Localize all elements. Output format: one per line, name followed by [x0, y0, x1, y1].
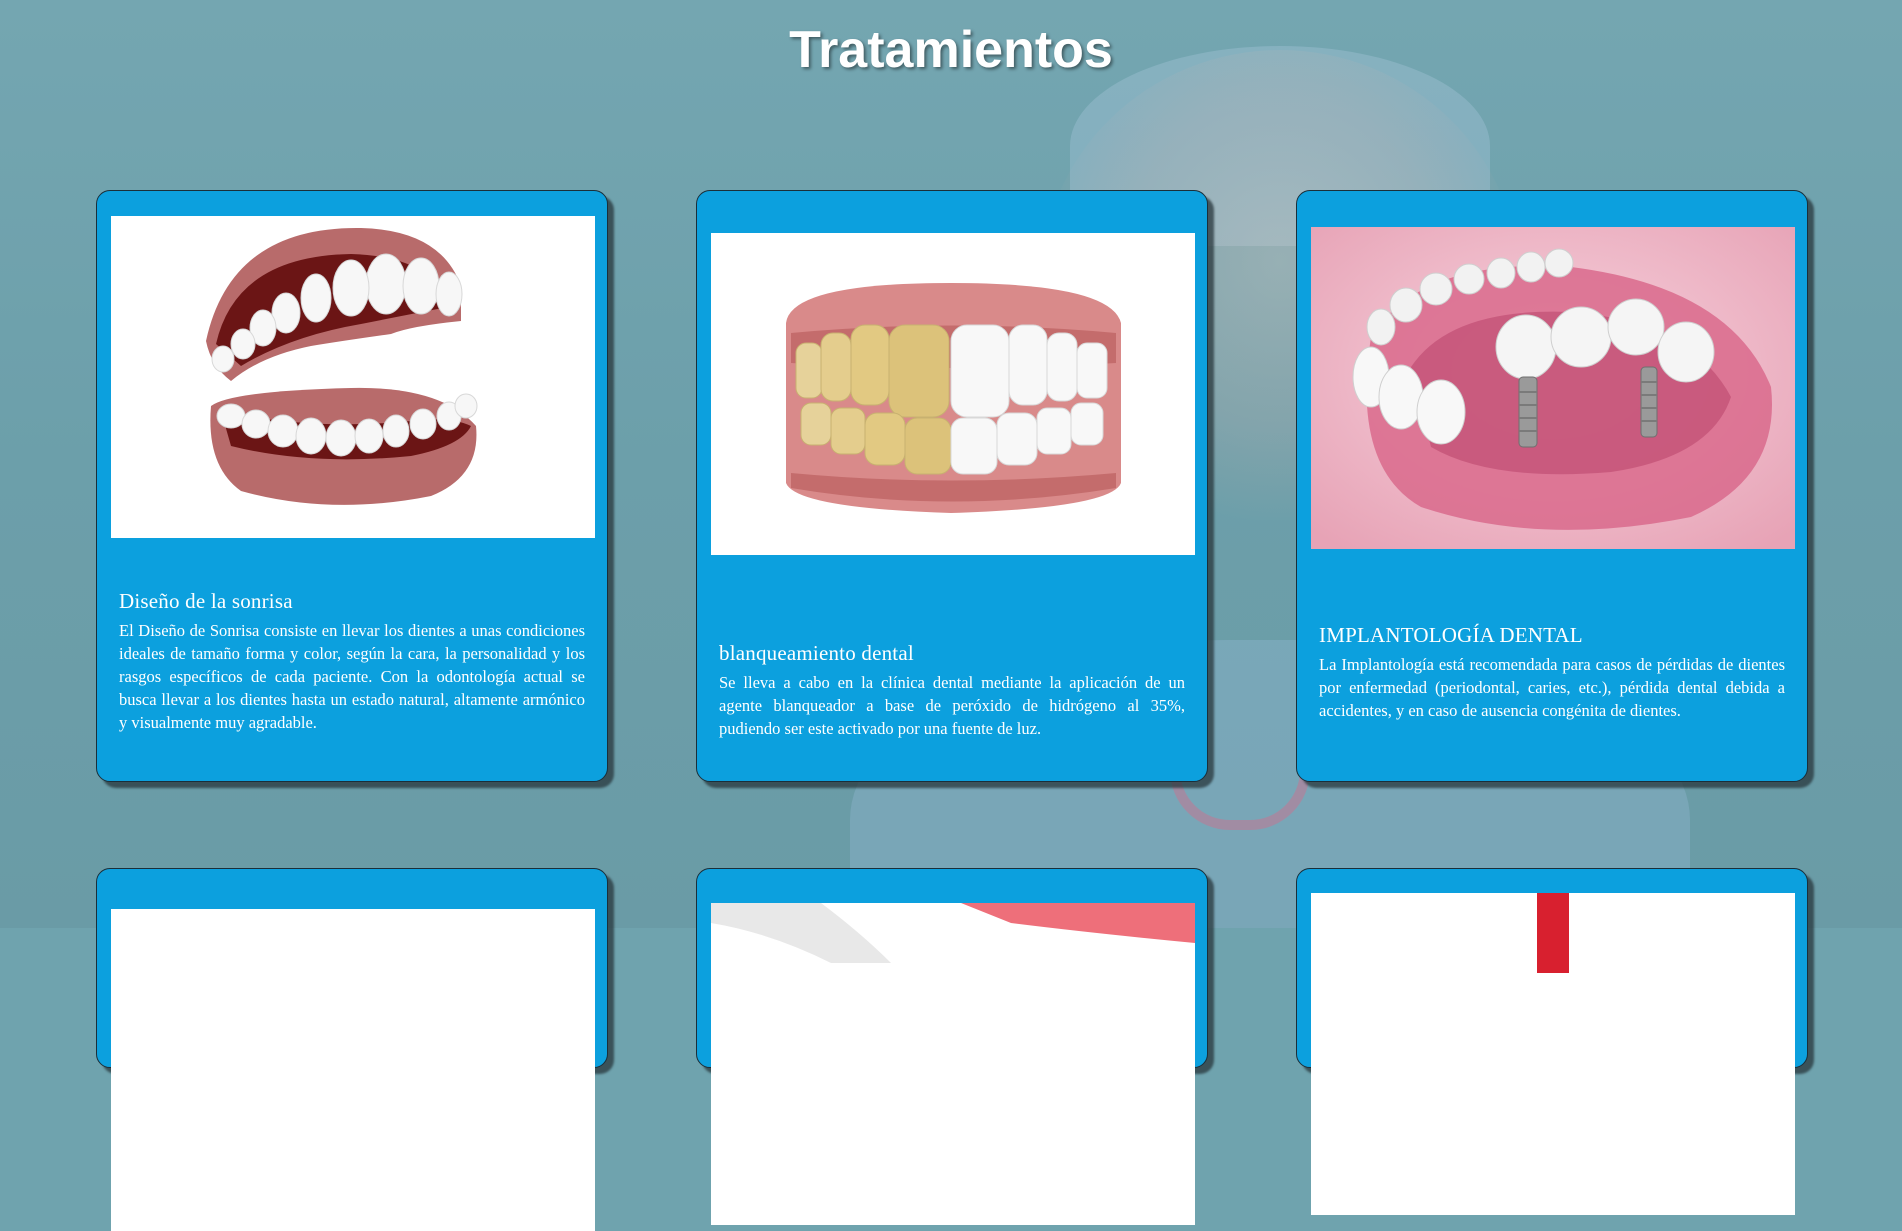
treatment-image [111, 909, 595, 1231]
treatment-card-smile-design[interactable]: Diseño de la sonrisa El Diseño de Sonris… [96, 190, 608, 782]
treatment-title: IMPLANTOLOGÍA DENTAL [1319, 623, 1583, 647]
page-title: Tratamientos [789, 21, 1113, 79]
treatment-description: El Diseño de Sonrisa consiste en llevar … [119, 621, 585, 732]
treatment-image [1311, 893, 1795, 1215]
teeth-whitening-image [711, 233, 1195, 555]
dental-implant-image [1311, 227, 1795, 549]
treatment-card-implantology[interactable]: IMPLANTOLOGÍA DENTAL La Implantología es… [1296, 190, 1808, 782]
smile-design-teeth-image [111, 216, 595, 538]
treatment-card-whitening[interactable]: blanqueamiento dental Se lleva a cabo en… [696, 190, 1208, 782]
treatment-title: Diseño de la sonrisa [119, 589, 293, 613]
treatment-title: blanqueamiento dental [719, 641, 914, 665]
treatment-card[interactable] [696, 868, 1208, 1225]
treatment-description: La Implantología está recomendada para c… [1319, 655, 1785, 720]
treatment-card[interactable] [96, 868, 608, 1231]
treatment-description: Se lleva a cabo en la clínica dental med… [719, 673, 1185, 738]
treatment-image [711, 903, 1195, 1225]
treatment-card[interactable] [1296, 868, 1808, 1215]
